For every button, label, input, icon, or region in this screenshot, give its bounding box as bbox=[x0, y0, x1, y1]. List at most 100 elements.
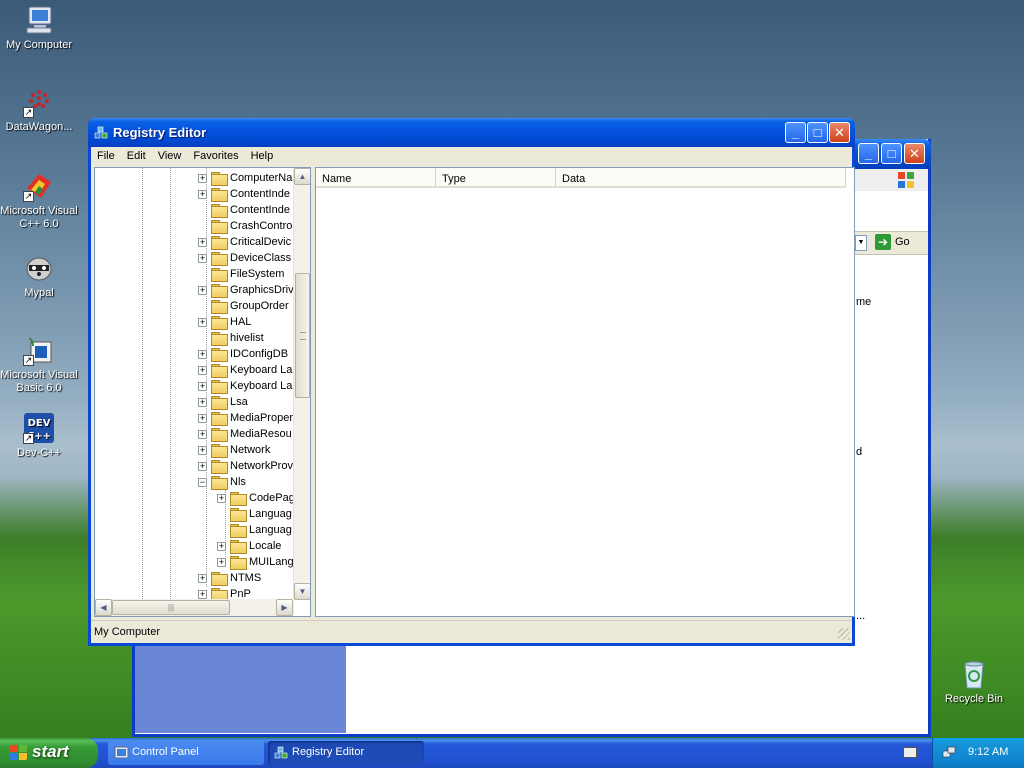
tree-item-label: MediaResou bbox=[230, 428, 292, 440]
tree-item[interactable]: + Lsa bbox=[198, 394, 248, 410]
scroll-right-button[interactable]: ▶ bbox=[276, 599, 293, 616]
scroll-down-button[interactable]: ▼ bbox=[294, 583, 310, 600]
column-header-name[interactable]: Name bbox=[316, 168, 436, 188]
network-icon[interactable] bbox=[942, 745, 956, 759]
tree-item[interactable]: + Locale bbox=[217, 538, 281, 554]
folder-icon bbox=[230, 492, 247, 506]
tree-item[interactable]: + GraphicsDriv bbox=[198, 282, 294, 298]
tree-item[interactable]: + MUILang bbox=[217, 554, 294, 570]
menu-help[interactable]: Help bbox=[245, 147, 280, 166]
close-button[interactable]: ✕ bbox=[904, 143, 925, 164]
expand-icon[interactable]: + bbox=[198, 445, 207, 455]
expand-icon[interactable]: + bbox=[198, 189, 207, 199]
tree-item[interactable]: FileSystem bbox=[198, 266, 284, 282]
expand-icon[interactable]: + bbox=[198, 381, 207, 391]
desktop-icon-my-computer[interactable]: My Computer bbox=[0, 4, 78, 52]
desktop-icon-datawagon[interactable]: ↗ DataWagon... bbox=[0, 86, 78, 134]
expand-icon[interactable]: + bbox=[198, 573, 207, 583]
tree-item[interactable]: + Keyboard La bbox=[198, 378, 292, 394]
expand-icon[interactable]: + bbox=[198, 589, 207, 599]
expand-icon[interactable]: + bbox=[198, 317, 207, 327]
registry-tree[interactable]: + ComputerNa + ContentInde ContentInde CrashC… bbox=[94, 167, 311, 617]
taskbar-button-control-panel[interactable]: Control Panel bbox=[108, 741, 264, 765]
address-dropdown-button[interactable]: ▼ bbox=[855, 235, 867, 251]
desktop-icon-label: My Computer bbox=[5, 39, 73, 51]
maximize-button[interactable]: □ bbox=[881, 143, 902, 164]
tree-vertical-scrollbar[interactable]: ▲ ▼ bbox=[293, 168, 310, 600]
expand-icon[interactable]: + bbox=[217, 541, 226, 551]
menu-favorites[interactable]: Favorites bbox=[187, 147, 244, 166]
keyboard-icon[interactable] bbox=[903, 747, 917, 758]
scroll-thumb[interactable] bbox=[295, 273, 310, 398]
tree-item[interactable]: + CriticalDevic bbox=[198, 234, 291, 250]
menu-file[interactable]: File bbox=[91, 147, 121, 166]
expand-icon[interactable]: + bbox=[198, 365, 207, 375]
desktop-icon-visual-basic[interactable]: ↗ Microsoft Visual Basic 6.0 bbox=[0, 334, 78, 395]
taskbar-button-registry-editor[interactable]: Registry Editor bbox=[268, 741, 424, 765]
tree-item[interactable]: − Nls bbox=[198, 474, 246, 490]
tree-item[interactable]: + HAL bbox=[198, 314, 251, 330]
tree-item-label: Network bbox=[230, 444, 271, 456]
expand-icon[interactable]: + bbox=[198, 237, 207, 247]
tree-item[interactable]: + DeviceClass bbox=[198, 250, 291, 266]
tree-item[interactable]: + NTMS bbox=[198, 570, 261, 586]
tree-item[interactable]: + NetworkProv bbox=[198, 458, 293, 474]
tree-item[interactable]: hivelist bbox=[198, 330, 264, 346]
desktop-icon-recycle-bin[interactable]: Recycle Bin bbox=[935, 658, 1013, 706]
tree-item[interactable]: GroupOrder bbox=[198, 298, 289, 314]
desktop-icon-label: Dev-C++ bbox=[16, 447, 62, 459]
registry-values-list[interactable]: Name Type Data bbox=[315, 167, 855, 617]
expand-icon[interactable]: + bbox=[217, 493, 226, 503]
maximize-button[interactable]: □ bbox=[807, 122, 828, 143]
desktop-icon-dev-cpp[interactable]: DEV C++ ↗ Dev-C++ bbox=[0, 412, 78, 460]
collapse-icon[interactable]: − bbox=[198, 477, 207, 487]
registry-editor-titlebar[interactable]: Registry Editor _ □ ✕ bbox=[88, 118, 855, 147]
windows-logo-icon bbox=[897, 171, 915, 189]
scroll-up-button[interactable]: ▲ bbox=[294, 168, 310, 185]
resize-grip-icon[interactable] bbox=[838, 628, 850, 640]
tree-item[interactable]: Languag bbox=[217, 506, 292, 522]
close-button[interactable]: ✕ bbox=[829, 122, 850, 143]
expand-icon[interactable]: + bbox=[198, 173, 207, 183]
desktop-icon-visual-cpp[interactable]: ↗ Microsoft Visual C++ 6.0 bbox=[0, 170, 78, 231]
minimize-button[interactable]: _ bbox=[858, 143, 879, 164]
desktop-icon-mypal[interactable]: Mypal bbox=[0, 252, 78, 300]
column-header-data[interactable]: Data bbox=[556, 168, 846, 188]
tree-item[interactable]: + Network bbox=[198, 442, 270, 458]
tree-item[interactable]: + MediaResou bbox=[198, 426, 292, 442]
go-arrow-icon: ➔ bbox=[875, 234, 891, 250]
scroll-thumb[interactable]: ||| bbox=[112, 600, 230, 615]
expand-icon[interactable]: + bbox=[198, 461, 207, 471]
menu-edit[interactable]: Edit bbox=[121, 147, 152, 166]
tree-item[interactable]: + ContentInde bbox=[198, 186, 290, 202]
tree-item[interactable]: Languag bbox=[217, 522, 292, 538]
tree-horizontal-scrollbar[interactable]: ◀ ||| ▶ bbox=[95, 599, 294, 616]
expand-icon[interactable]: + bbox=[198, 397, 207, 407]
tree-item[interactable]: + Keyboard La bbox=[198, 362, 292, 378]
tree-item[interactable]: + CodePag bbox=[217, 490, 295, 506]
expand-icon[interactable]: + bbox=[198, 285, 207, 295]
task-label: Control Panel bbox=[132, 746, 199, 758]
expand-icon[interactable]: + bbox=[217, 557, 226, 567]
tree-item[interactable]: + IDConfigDB bbox=[198, 346, 288, 362]
tree-item[interactable]: + ComputerNa bbox=[198, 170, 292, 186]
tree-item-label: Languag bbox=[249, 524, 292, 536]
expand-icon[interactable]: + bbox=[198, 413, 207, 423]
start-button[interactable]: start bbox=[0, 738, 98, 768]
minimize-button[interactable]: _ bbox=[785, 122, 806, 143]
tree-item[interactable]: CrashContro bbox=[198, 218, 292, 234]
tree-item-label: MUILang bbox=[249, 556, 294, 568]
tree-item[interactable]: ContentInde bbox=[198, 202, 290, 218]
folder-icon bbox=[211, 348, 228, 362]
expand-icon[interactable]: + bbox=[198, 253, 207, 263]
expand-icon[interactable]: + bbox=[198, 429, 207, 439]
menu-view[interactable]: View bbox=[152, 147, 188, 166]
clock[interactable]: 9:12 AM bbox=[968, 746, 1008, 758]
scroll-left-button[interactable]: ◀ bbox=[95, 599, 112, 616]
folder-icon bbox=[211, 476, 228, 490]
registry-editor-window[interactable]: Registry Editor _ □ ✕ File Edit View Fav… bbox=[88, 118, 855, 646]
expand-icon[interactable]: + bbox=[198, 349, 207, 359]
go-button[interactable]: ➔ Go bbox=[875, 234, 910, 250]
column-header-type[interactable]: Type bbox=[436, 168, 556, 188]
tree-item[interactable]: + MediaProper bbox=[198, 410, 293, 426]
